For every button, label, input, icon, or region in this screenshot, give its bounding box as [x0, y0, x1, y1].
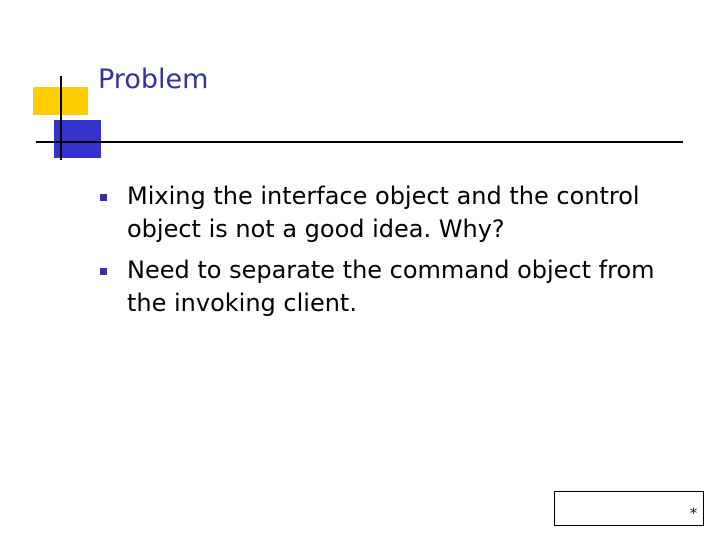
- page-number-box: *: [554, 491, 704, 526]
- slide: Problem Mixing the interface object and …: [0, 0, 720, 540]
- decorative-vertical-line: [60, 76, 62, 160]
- bullet-list: Mixing the interface object and the cont…: [100, 180, 690, 328]
- bullet-item: Mixing the interface object and the cont…: [100, 180, 690, 246]
- bullet-text: Mixing the interface object and the cont…: [127, 182, 640, 243]
- title-divider-line: [36, 141, 683, 143]
- square-bullet-icon: [100, 194, 107, 201]
- bullet-item: Need to separate the command object from…: [100, 254, 690, 320]
- square-bullet-icon: [100, 268, 107, 275]
- page-number: *: [690, 506, 697, 522]
- slide-title: Problem: [98, 64, 209, 95]
- bullet-text: Need to separate the command object from…: [127, 256, 655, 317]
